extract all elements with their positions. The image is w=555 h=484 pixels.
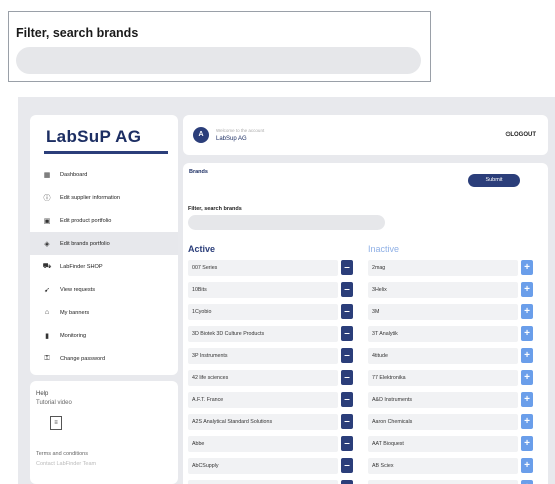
sidebar-item-8[interactable]: ▮ Monitoring bbox=[30, 324, 178, 347]
request-icon: ➹ bbox=[44, 286, 50, 294]
brands-label: Brands bbox=[189, 169, 208, 175]
brand-name: 3T Analytik bbox=[368, 326, 518, 342]
chart-icon: ▮ bbox=[45, 332, 49, 340]
top-bar: A Welcome to the account LabSup AG ⏻LOGO… bbox=[183, 115, 548, 155]
activate-brand-button[interactable]: + bbox=[521, 260, 533, 275]
cart-icon: ⛟ bbox=[42, 263, 52, 270]
terms-link[interactable]: Terms and conditions bbox=[36, 451, 88, 457]
company-logo: LabSuP AG bbox=[46, 127, 142, 146]
activate-brand-button[interactable]: + bbox=[521, 458, 533, 473]
activate-brand-button[interactable]: + bbox=[521, 436, 533, 451]
sidebar-item-9[interactable]: ⚿ Change password bbox=[30, 347, 178, 370]
welcome-text: Welcome to the account bbox=[216, 128, 265, 133]
brand-name: 2mag bbox=[368, 260, 518, 276]
deactivate-brand-button[interactable]: – bbox=[341, 348, 353, 363]
brand-name: 10Bits bbox=[188, 282, 338, 298]
brand-name: 77 Elektronika bbox=[368, 370, 518, 386]
brand-name: AB Scientific bbox=[368, 480, 518, 484]
filter-callout: Filter, search brands bbox=[8, 11, 431, 82]
logo-underline bbox=[44, 151, 168, 154]
brand-name: AB Sciex bbox=[368, 458, 518, 474]
sidebar-item-7[interactable]: ⌂ My banners bbox=[30, 301, 178, 324]
dashboard-icon: ▦ bbox=[43, 171, 51, 179]
sidebar-nav: ▦ Dashboard ⓘ Edit supplier information ▣ Edi… bbox=[30, 163, 178, 370]
activate-brand-button[interactable]: + bbox=[521, 370, 533, 385]
submit-button[interactable]: Submit bbox=[468, 174, 520, 187]
brand-name: 3P Instruments bbox=[188, 348, 338, 364]
brands-panel: Brands Submit Filter, search brands Acti… bbox=[183, 163, 548, 484]
brand-name: 4titude bbox=[368, 348, 518, 364]
company-name: LabSup AG bbox=[216, 136, 247, 142]
info-icon: ⓘ bbox=[43, 194, 51, 202]
deactivate-brand-button[interactable]: – bbox=[341, 260, 353, 275]
sidebar-item-label: Change password bbox=[60, 355, 106, 362]
activate-brand-button[interactable]: + bbox=[521, 304, 533, 319]
brand-name: Aaron Chemicals bbox=[368, 414, 518, 430]
logout-label: LOGOUT bbox=[510, 132, 536, 138]
brand-name: 42 life sciences bbox=[188, 370, 338, 386]
brand-name: 007 Series bbox=[188, 260, 338, 276]
activate-brand-button[interactable]: + bbox=[521, 348, 533, 363]
deactivate-brand-button[interactable]: – bbox=[341, 370, 353, 385]
brand-name: 3M bbox=[368, 304, 518, 320]
activate-brand-button[interactable]: + bbox=[521, 480, 533, 484]
inactive-title: Inactive bbox=[368, 244, 400, 254]
sidebar-item-2[interactable]: ⓘ Edit supplier information bbox=[30, 186, 178, 209]
brand-name: Abbe bbox=[188, 436, 338, 452]
deactivate-brand-button[interactable]: – bbox=[341, 458, 353, 473]
box-icon: ▣ bbox=[43, 217, 51, 225]
logout-button[interactable]: ⏻LOGOUT bbox=[506, 132, 536, 139]
sidebar-item-label: My banners bbox=[60, 309, 90, 316]
sidebar-item-3[interactable]: ▣ Edit product portfolio bbox=[30, 209, 178, 232]
deactivate-brand-button[interactable]: – bbox=[341, 304, 353, 319]
help-panel: Help Tutorial video ≡ Terms and conditio… bbox=[30, 381, 178, 484]
brand-name: AAT Bioquest bbox=[368, 436, 518, 452]
document-icon[interactable]: ≡ bbox=[50, 416, 62, 430]
sidebar-item-label: Edit brands portfolio bbox=[60, 240, 110, 247]
sidebar-item-4[interactable]: ◈ Edit brands portfolio bbox=[30, 232, 178, 255]
activate-brand-button[interactable]: + bbox=[521, 414, 533, 429]
activate-brand-button[interactable]: + bbox=[521, 392, 533, 407]
sidebar-item-label: Dashboard bbox=[60, 171, 88, 178]
deactivate-brand-button[interactable]: – bbox=[341, 414, 353, 429]
brand-name: AbCSupply bbox=[188, 458, 338, 474]
brand-name: A2S Analytical Standard Solutions bbox=[188, 414, 338, 430]
brand-name: 3D Biotek 3D Culture Products bbox=[188, 326, 338, 342]
brand-name: A.F.T. France bbox=[188, 392, 338, 408]
sidebar-item-label: Edit product portfolio bbox=[60, 217, 112, 224]
key-icon: ⚿ bbox=[44, 354, 50, 362]
avatar[interactable]: A bbox=[193, 127, 209, 143]
brand-name: 3Helix bbox=[368, 282, 518, 298]
sidebar-item-1[interactable]: ▦ Dashboard bbox=[30, 163, 178, 186]
tutorial-video-link[interactable]: Tutorial video bbox=[36, 400, 72, 406]
filter-label-zoomed: Filter, search brands bbox=[16, 26, 139, 40]
sidebar-item-label: Monitoring bbox=[60, 332, 87, 339]
contact-link[interactable]: Contact LabFinder Team bbox=[36, 461, 96, 467]
deactivate-brand-button[interactable]: – bbox=[341, 326, 353, 341]
filter-search-input[interactable] bbox=[188, 215, 385, 230]
activate-brand-button[interactable]: + bbox=[521, 282, 533, 297]
sidebar-item-label: Edit supplier information bbox=[60, 194, 121, 201]
filter-search-input-zoomed[interactable] bbox=[16, 47, 421, 74]
deactivate-brand-button[interactable]: – bbox=[341, 282, 353, 297]
brand-name: AbClonal bbox=[188, 480, 338, 484]
app-window: LabSuP AG ▦ Dashboard ⓘ Edit supplier infor… bbox=[18, 97, 555, 484]
deactivate-brand-button[interactable]: – bbox=[341, 436, 353, 451]
sidebar-item-5[interactable]: ⛟ LabFinder SHOP bbox=[30, 255, 178, 278]
sidebar-item-label: View requests bbox=[60, 286, 96, 293]
sidebar-item-label: LabFinder SHOP bbox=[60, 263, 103, 270]
active-title: Active bbox=[188, 244, 216, 254]
banner-icon: ⌂ bbox=[44, 309, 50, 316]
help-title: Help bbox=[36, 391, 49, 397]
deactivate-brand-button[interactable]: – bbox=[341, 480, 353, 484]
brand-name: A&D Instruments bbox=[368, 392, 518, 408]
sidebar: LabSuP AG ▦ Dashboard ⓘ Edit supplier infor… bbox=[30, 115, 178, 375]
sidebar-item-6[interactable]: ➹ View requests bbox=[30, 278, 178, 301]
activate-brand-button[interactable]: + bbox=[521, 326, 533, 341]
tag-icon: ◈ bbox=[44, 240, 50, 248]
filter-label: Filter, search brands bbox=[188, 206, 242, 212]
brand-name: 1Cyobio bbox=[188, 304, 338, 320]
deactivate-brand-button[interactable]: – bbox=[341, 392, 353, 407]
